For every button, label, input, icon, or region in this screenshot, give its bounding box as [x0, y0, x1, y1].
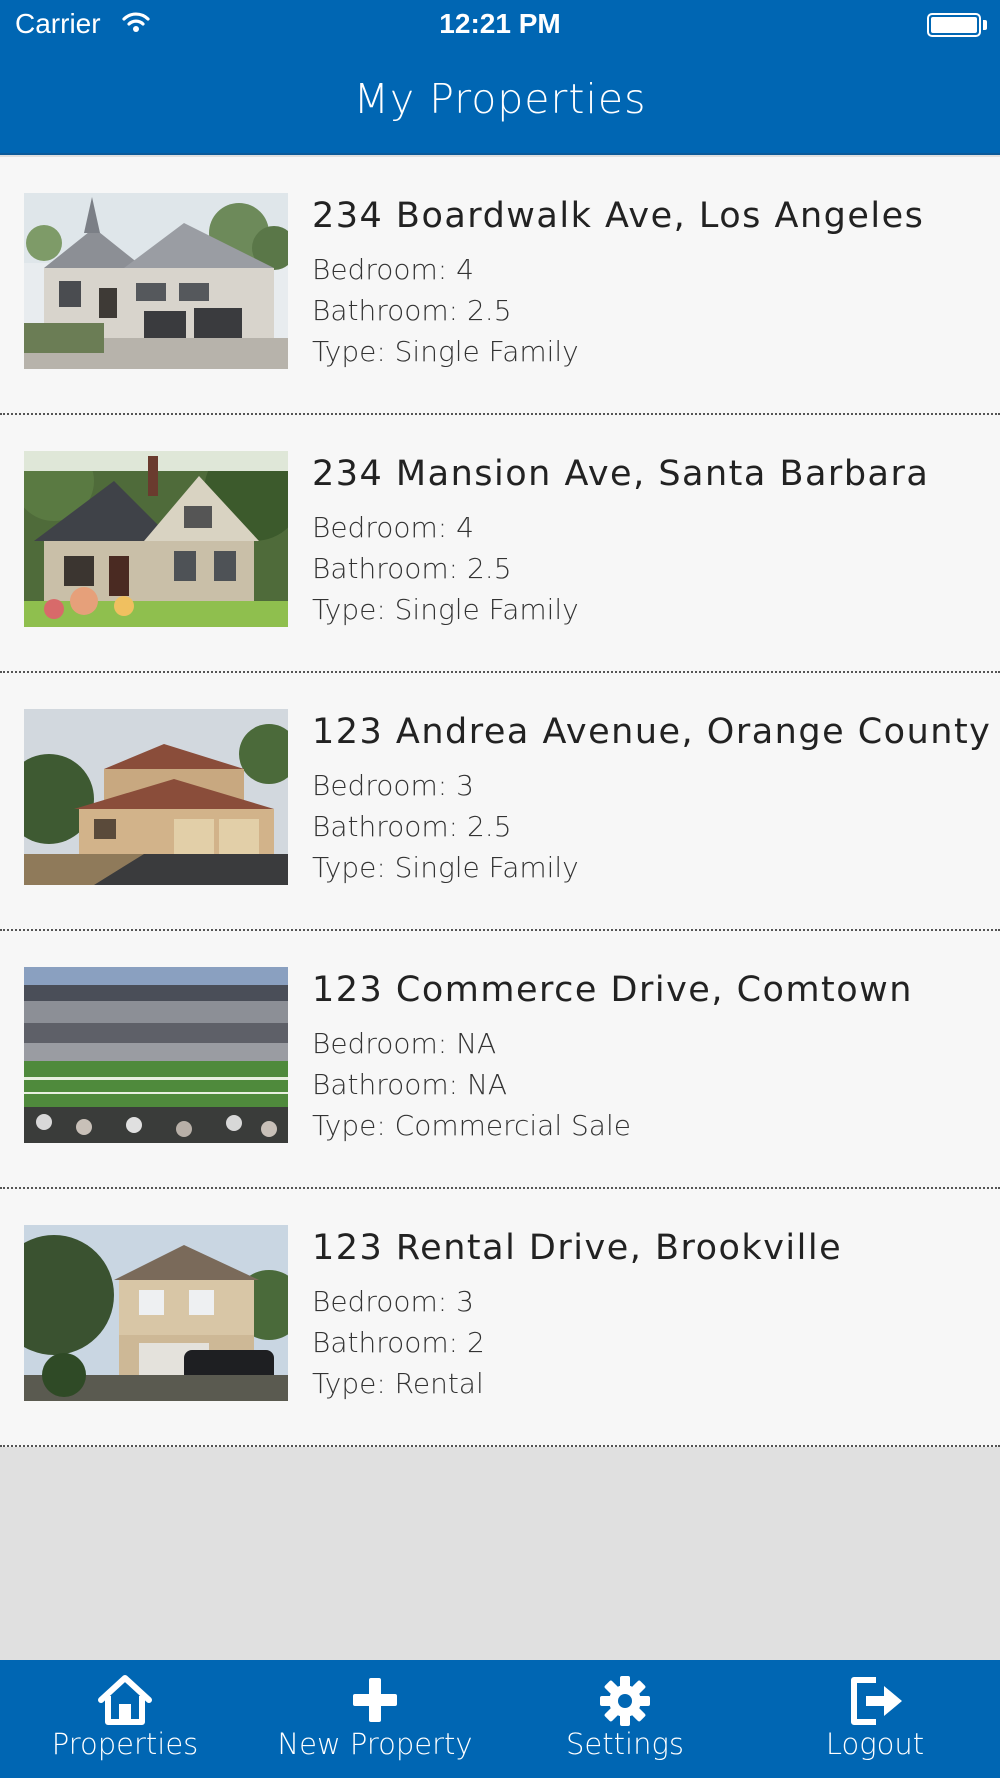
property-bedroom: Bedroom: 3 — [312, 1285, 474, 1318]
property-photo — [24, 451, 288, 627]
status-bar: Carrier 12:21 PM — [0, 0, 1000, 50]
home-icon — [97, 1674, 153, 1730]
property-bedroom: Bedroom: 3 — [312, 769, 474, 802]
tab-label: Logout — [825, 1727, 925, 1761]
property-type: Type: Single Family — [312, 851, 579, 884]
property-row[interactable]: 234 Boardwalk Ave, Los Angeles Bedroom: … — [0, 157, 1000, 415]
property-bedroom: Bedroom: 4 — [312, 253, 474, 286]
property-type: Type: Rental — [312, 1367, 484, 1400]
gear-icon — [598, 1674, 652, 1732]
property-info: 234 Mansion Ave, Santa Barbara Bedroom: … — [312, 453, 990, 630]
property-type: Type: Commercial Sale — [312, 1109, 631, 1142]
property-photo — [24, 967, 288, 1143]
property-photo — [24, 193, 288, 369]
property-address: 123 Rental Drive, Brookville — [312, 1228, 843, 1268]
battery-icon — [927, 13, 981, 37]
status-time: 12:21 PM — [439, 8, 561, 39]
property-photo — [24, 709, 288, 885]
property-info: 123 Commerce Drive, Comtown Bedroom: NA … — [312, 969, 990, 1146]
tab-bar: Properties New Property Settings Logout — [0, 1660, 1000, 1778]
property-address: 234 Boardwalk Ave, Los Angeles — [312, 196, 925, 236]
property-info: 123 Andrea Avenue, Orange County Bedroom… — [312, 711, 990, 888]
battery-tip — [983, 20, 987, 30]
tab-logout[interactable]: Logout — [750, 1660, 1000, 1778]
property-address: 234 Mansion Ave, Santa Barbara — [312, 454, 930, 494]
property-bathroom: Bathroom: 2 — [312, 1326, 485, 1359]
tab-label: Properties — [51, 1727, 199, 1761]
tab-label: Settings — [566, 1727, 684, 1761]
property-list: 234 Boardwalk Ave, Los Angeles Bedroom: … — [0, 157, 1000, 1447]
tab-properties[interactable]: Properties — [0, 1660, 250, 1778]
property-type: Type: Single Family — [312, 335, 579, 368]
property-info: 123 Rental Drive, Brookville Bedroom: 3 … — [312, 1227, 990, 1404]
property-bathroom: Bathroom: 2.5 — [312, 294, 512, 327]
property-address: 123 Commerce Drive, Comtown — [312, 970, 913, 1010]
property-row[interactable]: 234 Mansion Ave, Santa Barbara Bedroom: … — [0, 415, 1000, 673]
property-row[interactable]: 123 Commerce Drive, Comtown Bedroom: NA … — [0, 931, 1000, 1189]
property-bathroom: Bathroom: 2.5 — [312, 552, 512, 585]
property-info: 234 Boardwalk Ave, Los Angeles Bedroom: … — [312, 195, 990, 372]
property-row[interactable]: 123 Rental Drive, Brookville Bedroom: 3 … — [0, 1189, 1000, 1447]
property-bedroom: Bedroom: 4 — [312, 511, 474, 544]
tab-settings[interactable]: Settings — [500, 1660, 750, 1778]
property-type: Type: Single Family — [312, 593, 579, 626]
property-bathroom: Bathroom: NA — [312, 1068, 508, 1101]
logout-icon — [846, 1674, 904, 1732]
property-row[interactable]: 123 Andrea Avenue, Orange County Bedroom… — [0, 673, 1000, 931]
app-header: Carrier 12:21 PM My Properties — [0, 0, 1000, 155]
plus-icon — [349, 1674, 401, 1730]
tab-new-property[interactable]: New Property — [250, 1660, 500, 1778]
property-bedroom: Bedroom: NA — [312, 1027, 497, 1060]
tab-label: New Property — [277, 1727, 473, 1761]
page-title: My Properties — [353, 75, 647, 123]
property-address: 123 Andrea Avenue, Orange County — [312, 712, 992, 752]
property-bathroom: Bathroom: 2.5 — [312, 810, 512, 843]
property-photo — [24, 1225, 288, 1401]
